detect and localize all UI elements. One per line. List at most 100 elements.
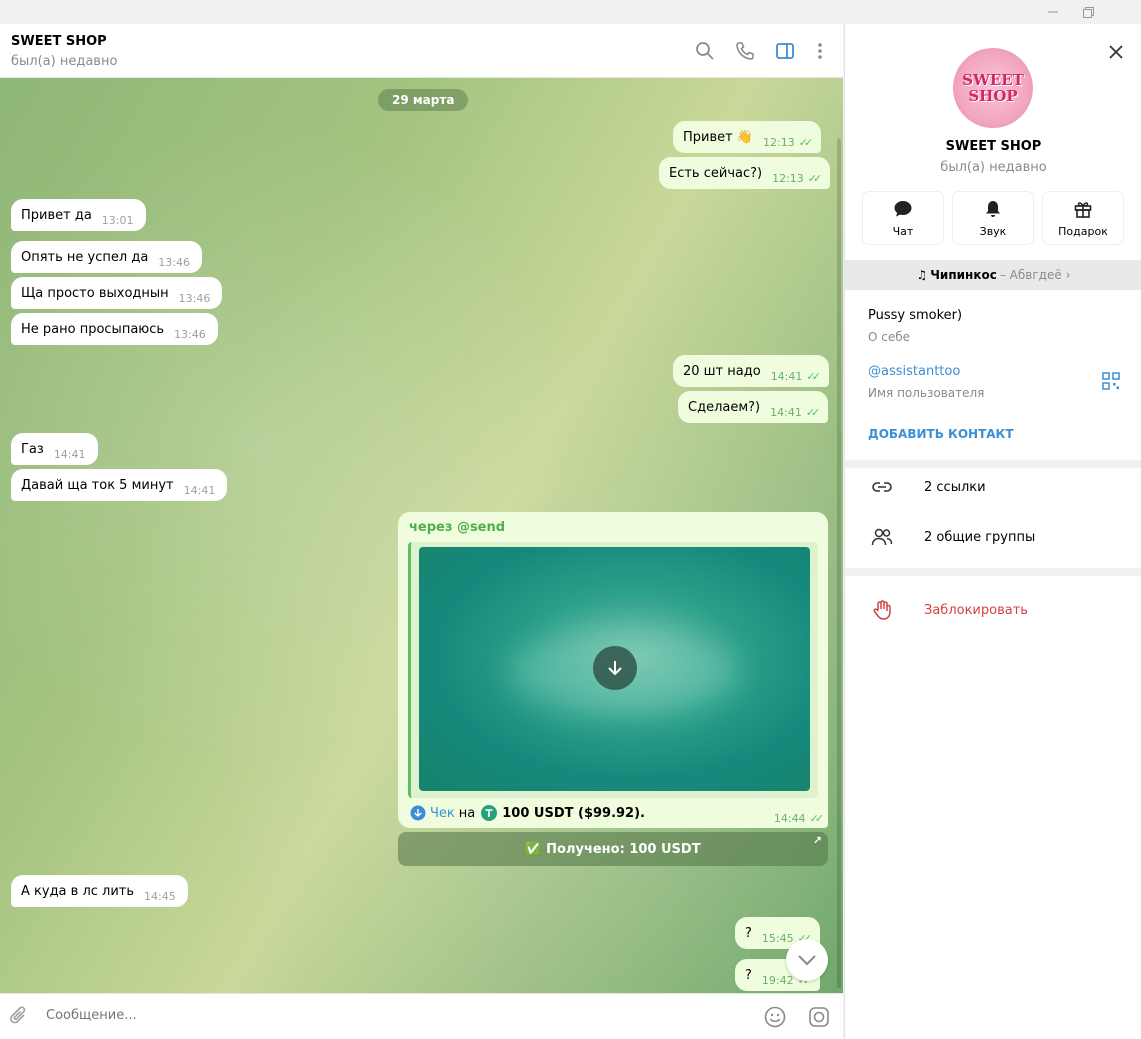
close-icon — [1109, 45, 1123, 59]
check-amount: 100 USDT ($99.92). — [502, 805, 645, 821]
common-groups-label: 2 общие группы — [924, 529, 1036, 545]
action-label: Подарок — [1058, 224, 1108, 238]
message-time: 14:41 — [770, 369, 803, 383]
shared-links-label: 2 ссылки — [924, 479, 986, 495]
download-arrow-icon — [608, 661, 622, 676]
message-bubble[interactable]: Привет да 13:01 — [11, 199, 146, 231]
profile-info: Pussy smoker) О себе @assistanttoo Имя п… — [845, 290, 1141, 460]
date-separator: 29 марта — [378, 89, 469, 111]
double-check-icon: ✓✓ — [806, 369, 821, 383]
message-text: Ща просто выходнын — [21, 285, 169, 301]
action-label: Чат — [892, 224, 914, 238]
chevron-down-icon — [798, 955, 816, 966]
music-bar[interactable]: ♫ Чипинкос – Абвгдеё › — [845, 260, 1141, 290]
block-user-row[interactable]: Заблокировать — [845, 590, 1141, 630]
add-contact-button[interactable]: ДОБАВИТЬ КОНТАКТ — [868, 427, 1014, 441]
chat-header: SWEET SHOP был(а) недавно — [0, 24, 843, 78]
message-time: 14:45 — [144, 889, 176, 903]
message-text: ? — [745, 967, 752, 983]
message-bubble[interactable]: А куда в лс лить 14:45 — [11, 875, 188, 907]
close-sidebar-button[interactable] — [1104, 40, 1128, 64]
profile-status: был(а) недавно — [940, 160, 1047, 175]
attach-button[interactable] — [6, 1004, 32, 1030]
message-text: Есть сейчас?) — [669, 165, 763, 181]
message-bubble[interactable]: Ща просто выходнын 13:46 — [11, 277, 223, 309]
message-text: Привет 👋 — [683, 129, 754, 145]
sound-action-button[interactable]: Звук — [953, 192, 1033, 244]
check-link[interactable]: Чек — [430, 806, 455, 821]
message-bubble[interactable]: Давай ща ток 5 минут 14:41 — [11, 469, 228, 501]
profile-name: SWEET SHOP — [945, 139, 1042, 154]
message-list[interactable]: 29 марта Привет 👋 12:13 ✓✓ Есть сейчас?)… — [0, 78, 843, 993]
preview-image[interactable] — [419, 547, 810, 791]
link-icon — [867, 480, 897, 494]
message-time: 14:41 — [53, 447, 86, 461]
shared-links-row[interactable]: 2 ссылки — [845, 468, 1141, 506]
received-label: ✅ Получено: 100 USDT — [525, 841, 701, 857]
gift-action-button[interactable]: Подарок — [1043, 192, 1123, 244]
download-button[interactable] — [593, 646, 637, 690]
message-bubble[interactable]: Не рано просыпаюсь 13:46 — [11, 313, 218, 345]
emoji-button[interactable] — [762, 1004, 788, 1030]
block-user-label: Заблокировать — [924, 602, 1028, 618]
music-song: Чипинкос — [930, 268, 997, 282]
message-time: 12:13 — [763, 135, 795, 149]
message-time: 19:42 — [761, 973, 794, 987]
via-bot-label[interactable]: через @send — [409, 520, 505, 535]
check-caption: Чек на 100 USDT ($99.92). — [410, 805, 645, 821]
double-check-icon: ✓✓ — [807, 171, 823, 185]
call-button[interactable] — [732, 38, 758, 64]
message-bubble[interactable]: Опять не успел да 13:46 — [11, 241, 202, 273]
common-groups-row[interactable]: 2 общие группы — [845, 518, 1141, 556]
search-button[interactable] — [692, 38, 718, 64]
message-bubble[interactable]: 20 шт надо 14:41 ✓✓ — [673, 355, 829, 387]
message-time: 13:46 — [178, 291, 211, 305]
chevron-right-icon: › — [1065, 268, 1071, 282]
check-message-card[interactable]: через @send Чек на 100 USDT ($99.92). 14… — [398, 512, 828, 828]
message-text: 20 шт надо — [683, 363, 761, 379]
toggle-sidebar-button[interactable] — [772, 38, 798, 64]
video-message-button[interactable] — [806, 1004, 832, 1030]
message-bubble[interactable]: Привет 👋 12:13 ✓✓ — [673, 121, 822, 153]
qr-code-button[interactable] — [1102, 372, 1120, 390]
tether-icon — [481, 805, 498, 821]
message-text: Привет да — [21, 207, 92, 223]
search-icon — [696, 42, 714, 60]
restore-button[interactable] — [1071, 0, 1105, 24]
scroll-to-bottom-button[interactable] — [786, 939, 828, 981]
message-text: Давай ща ток 5 минут — [21, 477, 174, 493]
message-bubble[interactable]: Сделаем?) 14:41 ✓✓ — [678, 391, 829, 423]
more-menu-button[interactable] — [807, 38, 833, 64]
message-time: 12:13 — [772, 171, 804, 185]
bio-caption: О себе — [868, 330, 911, 344]
message-input[interactable] — [46, 1008, 726, 1023]
double-check-icon: ✓✓ — [805, 405, 821, 419]
message-bubble[interactable]: Есть сейчас?) 12:13 ✓✓ — [659, 157, 831, 189]
chat-pane: SWEET SHOP был(а) недавно 29 марта Приве… — [0, 24, 843, 1039]
message-time: 14:41 — [183, 483, 216, 497]
message-time: 14:41 — [770, 405, 802, 419]
avatar-text-line1: SWEET — [962, 71, 1024, 89]
minimize-icon — [1048, 11, 1058, 13]
message-bubble[interactable]: Газ 14:41 — [11, 433, 98, 465]
message-text: Газ — [21, 441, 44, 457]
minimize-button[interactable] — [1036, 0, 1070, 24]
chat-action-button[interactable]: Чат — [863, 192, 943, 244]
emoji-icon — [764, 1006, 786, 1028]
bell-icon — [986, 200, 1000, 217]
chat-title[interactable]: SWEET SHOP — [11, 34, 107, 49]
chat-status: был(а) недавно — [11, 54, 118, 69]
avatar[interactable]: SWEET SHOP — [953, 48, 1033, 128]
username-link[interactable]: @assistanttoo — [868, 364, 960, 379]
message-time: 15:45 — [761, 931, 794, 945]
message-text: Опять не успел да — [21, 249, 149, 265]
received-button[interactable]: ✅ Получено: 100 USDT ↗ — [398, 832, 828, 866]
action-label: Звук — [979, 224, 1007, 238]
bio-text: Pussy smoker) — [868, 308, 963, 323]
message-time: 13:46 — [158, 255, 190, 269]
message-text: ? — [745, 925, 752, 941]
message-text: А куда в лс лить — [21, 883, 135, 899]
message-time: 13:01 — [101, 213, 134, 227]
restore-icon — [1082, 6, 1094, 18]
scrollbar[interactable] — [837, 138, 841, 988]
